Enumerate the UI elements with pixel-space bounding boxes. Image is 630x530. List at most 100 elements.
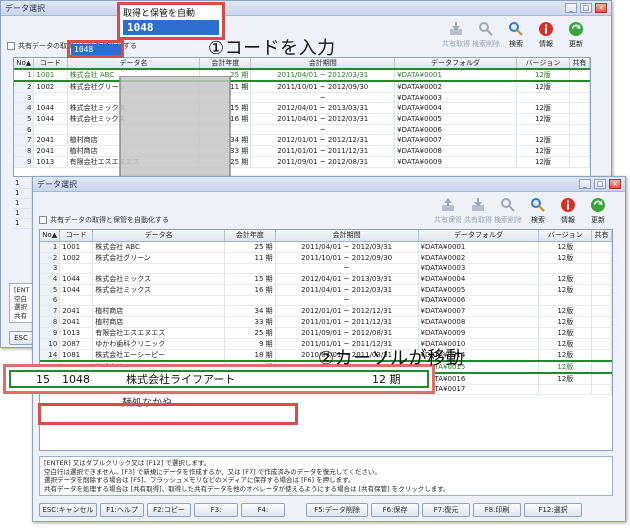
side-row-number: 1 [13,179,31,189]
cell-folder: ¥DATA¥0006 [394,124,517,135]
search-icon [523,197,553,213]
message-line: 空白 [14,294,27,303]
side-row-number: 1 [13,209,31,219]
cell-code: 1044 [59,284,94,296]
table-row[interactable]: 8 2041 植村商店 33 期 2011/01/01 ~ 2011/12/31 ¥DAT… [40,316,612,328]
toolbar-delete-search-button[interactable]: 検索削除 [471,21,501,49]
toolbar-share-upload-button[interactable]: 共有保管 [433,197,463,225]
column-header[interactable]: 会計年度 [224,230,276,242]
front-window-title: データ選択 [37,180,77,189]
cell-no: 9 [14,156,35,168]
cell-period: 2011/09/01 ~ 2012/08/31 [275,327,419,339]
table-row[interactable]: 1 1001 株式会社 ABC 25 期 2011/04/01 ~ 2012/03/31… [40,241,612,253]
toolbar-share-download-button[interactable]: 共有取得 [441,21,471,49]
toolbar-search-button[interactable]: 検索 [523,197,553,225]
front-window-titlebar: データ選択 _ □ × [33,177,625,192]
toolbar-share-download-button[interactable]: 共有取得 [463,197,493,225]
column-header[interactable]: バージョン [516,58,571,70]
fkey-button-7[interactable]: F7:復元 [422,503,470,517]
fkey-button-8[interactable]: F8:印刷 [473,503,521,517]
cell-folder: ¥DATA¥0004 [394,102,517,114]
cell-ver: 12版 [516,68,571,82]
cell-no: 9 [40,327,61,339]
cell-shared [591,338,612,350]
cell-code: 1001 [59,241,94,253]
cell-ver: 12版 [516,134,571,146]
cell-folder: ¥DATA¥0016 [418,372,540,385]
column-header[interactable]: バージョン [538,230,593,242]
cell-shared [569,68,590,82]
cell-no: 1 [14,68,35,82]
message-line: [ENTER] [14,286,30,294]
table-row[interactable]: 3 ~ ¥DATA¥0003 [40,263,612,274]
front-share-auto-checkbox[interactable]: 共有データの取得と保管を自動化する [39,215,169,225]
cell-no: 8 [40,316,61,328]
back-esc-button[interactable]: ESC [9,331,33,345]
column-header[interactable]: コード [33,58,68,70]
table-row[interactable]: 6 ~ ¥DATA¥0006 [40,295,612,306]
cell-ver: 12版 [538,273,593,285]
toolbar-info-button[interactable]: 情報 [531,21,561,49]
cell-fy: 18 期 [224,349,276,361]
column-header[interactable]: No▲ [40,230,61,242]
column-header[interactable]: 会計期間 [275,230,419,242]
cell-shared [591,263,612,274]
checkbox-box[interactable] [7,42,15,50]
column-header[interactable]: 共有 [569,58,590,70]
table-row[interactable]: 5 1044 株式会社ミックス 16 期 2011/04/01 ~ 2012/03/31… [40,284,612,296]
message-line: 選択 [14,303,27,311]
column-header[interactable]: データフォルダ [394,58,517,70]
close-button[interactable]: × [595,3,607,13]
cell-ver: 12版 [538,241,593,253]
table-row[interactable]: 9 1013 有限会社エスエヌエス 25 期 2011/09/01 ~ 2012/08/… [40,327,612,339]
side-row-number: 1 [13,199,31,209]
cell-fy [224,295,276,306]
maximize-button[interactable]: □ [580,3,592,13]
table-row[interactable]: 7 2041 植村商店 34 期 2012/01/01 ~ 2012/12/31 ¥DAT… [40,305,612,317]
cell-shared [591,327,612,339]
toolbar-search-button[interactable]: 検索 [501,21,531,49]
fkey-button-6[interactable]: F6:保存 [371,503,419,517]
cell-shared [569,156,590,168]
cell-shared [569,81,590,93]
column-header[interactable]: データ名 [67,58,201,70]
cell-ver: 12版 [538,338,593,350]
column-header[interactable]: 共有 [591,230,612,242]
cell-no: 6 [14,124,35,135]
cell-ver: 12版 [538,252,593,264]
fkey-button-1[interactable]: F1:ヘルプ [100,503,144,517]
cell-folder: ¥DATA¥0002 [418,252,540,264]
cell-ver [538,263,593,274]
fkey-button-0[interactable]: ESC:キャンセル [39,503,97,517]
column-header[interactable]: データ名 [92,230,226,242]
toolbar-info-button[interactable]: 情報 [553,197,583,225]
cell-code: 1044 [59,273,94,285]
minimize-button[interactable]: _ [579,179,591,189]
column-header[interactable]: データフォルダ [418,230,540,242]
cell-name [92,263,226,274]
cell-ver: 12版 [516,113,571,125]
fkey-button-5[interactable]: F5:データ削除 [306,503,368,517]
cell-code [33,92,68,103]
minimize-button[interactable]: _ [565,3,577,13]
close-button[interactable]: × [609,179,621,189]
table-row[interactable]: 4 1044 株式会社ミックス 15 期 2012/04/01 ~ 2013/03/31… [40,273,612,285]
table-row[interactable]: 2 1002 株式会社グリーン 11 期 2011/10/01 ~ 2012/09/30… [40,252,612,264]
column-header[interactable]: コード [59,230,94,242]
toolbar-refresh-button[interactable]: 更新 [561,21,591,49]
cell-folder: ¥DATA¥0017 [418,384,540,395]
fkey-button-9[interactable]: F12:選択 [524,503,582,517]
column-header[interactable]: No▲ [14,58,35,70]
fkey-button-4[interactable]: F4: [241,503,285,517]
cell-ver: 12版 [516,156,571,168]
fkey-button-3[interactable]: F3: [194,503,238,517]
cell-name: 植村商店 [92,316,226,328]
fkey-button-2[interactable]: F2:コピー [147,503,191,517]
maximize-button[interactable]: □ [594,179,606,189]
checkbox-box[interactable] [39,216,47,224]
cell-ver: 12版 [538,305,593,317]
cell-no: 5 [40,284,61,296]
toolbar-refresh-button[interactable]: 更新 [583,197,613,225]
toolbar-delete-search-button[interactable]: 検索削除 [493,197,523,225]
cell-fy: 11 期 [224,252,276,264]
